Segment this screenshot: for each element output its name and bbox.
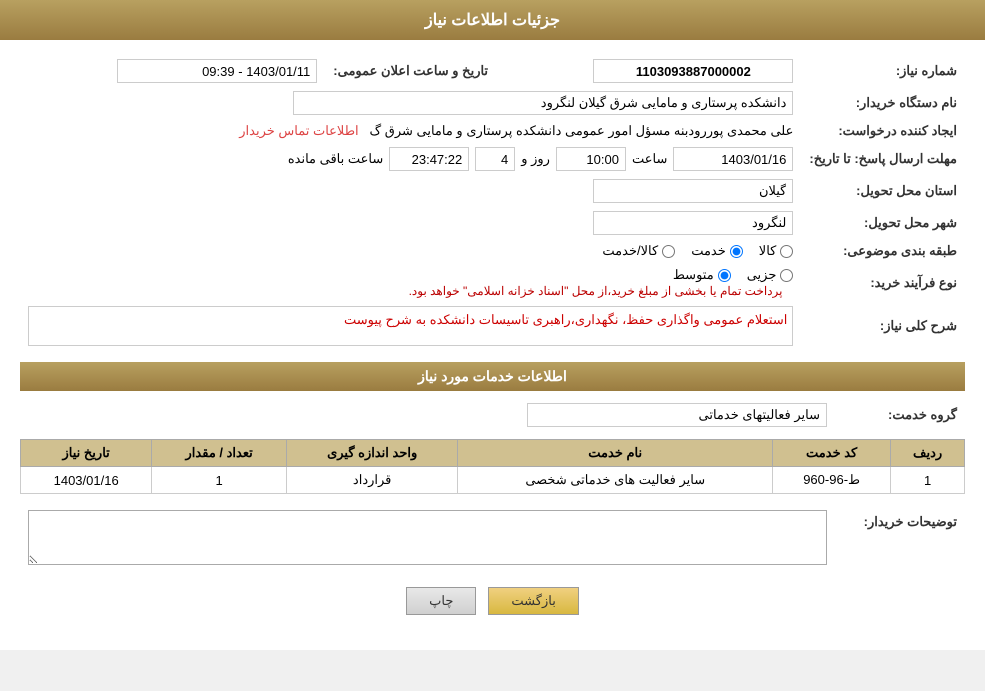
creator-value: علی محمدی پوررودبنه مسؤل امور عمومی دانش… xyxy=(370,123,794,138)
category-both-radio[interactable] xyxy=(662,245,675,258)
services-table-header-row: ردیف کد خدمت نام خدمت واحد اندازه گیری ت… xyxy=(21,440,965,467)
cell-service-code: ط-96-960 xyxy=(773,467,891,494)
city-input xyxy=(593,211,793,235)
service-group-row: گروه خدمت: xyxy=(20,399,965,431)
deadline-remaining-label: ساعت باقی مانده xyxy=(288,151,383,167)
col-row: ردیف xyxy=(891,440,965,467)
category-both-label: کالا/خدمت xyxy=(602,243,658,259)
deadline-date-input xyxy=(673,147,793,171)
col-unit: واحد اندازه گیری xyxy=(286,440,457,467)
deadline-cell: ساعت روز و ساعت باقی مانده xyxy=(20,143,801,175)
category-radio-group: کالا خدمت کالا/خدمت xyxy=(28,243,793,259)
city-label: شهر محل تحویل: xyxy=(801,207,965,239)
deadline-days-label: روز و xyxy=(521,151,550,167)
info-table: شماره نیاز: تاریخ و ساعت اعلان عمومی: نا… xyxy=(20,55,965,350)
cell-quantity: 1 xyxy=(152,467,287,494)
need-desc-row: شرح کلی نیاز: استعلام عمومی واگذاری حفظ،… xyxy=(20,302,965,350)
col-date: تاریخ نیاز xyxy=(21,440,152,467)
announce-date-cell xyxy=(20,55,325,87)
service-group-table: گروه خدمت: xyxy=(20,399,965,431)
deadline-row: مهلت ارسال پاسخ: تا تاریخ: ساعت روز و سا… xyxy=(20,143,965,175)
cell-unit: قرارداد xyxy=(286,467,457,494)
need-desc-cell: استعلام عمومی واگذاری حفظ، نگهداری،راهبر… xyxy=(20,302,801,350)
buyer-org-row: نام دستگاه خریدار: xyxy=(20,87,965,119)
cell-date: 1403/01/16 xyxy=(21,467,152,494)
col-service-code: کد خدمت xyxy=(773,440,891,467)
city-row: شهر محل تحویل: xyxy=(20,207,965,239)
need-number-row: شماره نیاز: تاریخ و ساعت اعلان عمومی: xyxy=(20,55,965,87)
buyer-org-input xyxy=(293,91,793,115)
creator-row: ایجاد کننده درخواست: علی محمدی پوررودبنه… xyxy=(20,119,965,143)
content-area: شماره نیاز: تاریخ و ساعت اعلان عمومی: نا… xyxy=(0,40,985,650)
buyer-notes-textarea[interactable] xyxy=(28,510,827,565)
purchase-type-label: نوع فرآیند خرید: xyxy=(801,263,965,302)
province-cell xyxy=(20,175,801,207)
need-number-label: شماره نیاز: xyxy=(801,55,965,87)
need-desc-value: استعلام عمومی واگذاری حفظ، نگهداری،راهبر… xyxy=(28,306,793,346)
purchase-type-motevaset[interactable]: متوسط xyxy=(673,267,731,283)
creator-link[interactable]: اطلاعات تماس خریدار xyxy=(239,123,358,138)
buyer-notes-cell xyxy=(20,506,835,572)
province-label: استان محل تحویل: xyxy=(801,175,965,207)
buyer-org-label: نام دستگاه خریدار: xyxy=(801,87,965,119)
deadline-days-input xyxy=(475,147,515,171)
deadline-remaining-input xyxy=(389,147,469,171)
button-row: بازگشت چاپ xyxy=(20,587,965,635)
buyer-notes-row: توضیحات خریدار: xyxy=(20,506,965,572)
announce-date-input xyxy=(117,59,317,83)
deadline-time-label: ساعت xyxy=(632,151,667,167)
cell-service-name: سایر فعالیت های خدماتی شخصی xyxy=(458,467,773,494)
city-cell xyxy=(20,207,801,239)
back-button[interactable]: بازگشت xyxy=(488,587,578,615)
purchase-type-jozyi[interactable]: جزیی xyxy=(747,267,794,283)
service-group-label: گروه خدمت: xyxy=(835,399,965,431)
creator-label: ایجاد کننده درخواست: xyxy=(801,119,965,143)
category-kala-radio[interactable] xyxy=(780,245,793,258)
category-row: طبقه بندی موضوعی: کالا خدمت xyxy=(20,239,965,263)
creator-cell: علی محمدی پوررودبنه مسؤل امور عمومی دانش… xyxy=(20,119,801,143)
category-khedmat-label: خدمت xyxy=(691,243,726,259)
services-table: ردیف کد خدمت نام خدمت واحد اندازه گیری ت… xyxy=(20,439,965,494)
province-input xyxy=(593,179,793,203)
buyer-notes-table: توضیحات خریدار: xyxy=(20,506,965,572)
purchase-type-cell: جزیی متوسط پرداخت تمام یا بخشی از مبلغ خ… xyxy=(20,263,801,302)
table-row: 1 ط-96-960 سایر فعالیت های خدماتی شخصی ق… xyxy=(21,467,965,494)
services-table-head: ردیف کد خدمت نام خدمت واحد اندازه گیری ت… xyxy=(21,440,965,467)
services-table-body: 1 ط-96-960 سایر فعالیت های خدماتی شخصی ق… xyxy=(21,467,965,494)
buyer-org-cell xyxy=(20,87,801,119)
buyer-notes-label: توضیحات خریدار: xyxy=(835,506,965,572)
col-quantity: تعداد / مقدار xyxy=(152,440,287,467)
service-group-cell xyxy=(20,399,835,431)
services-section-header: اطلاعات خدمات مورد نیاز xyxy=(20,362,965,391)
category-khedmat[interactable]: خدمت xyxy=(691,243,743,259)
purchase-motevaset-radio[interactable] xyxy=(718,269,731,282)
col-service-name: نام خدمت xyxy=(458,440,773,467)
category-khedmat-radio[interactable] xyxy=(730,245,743,258)
purchase-jozyi-label: جزیی xyxy=(747,267,777,283)
purchase-type-note: پرداخت تمام یا بخشی از مبلغ خرید،از محل … xyxy=(409,284,783,298)
purchase-jozyi-radio[interactable] xyxy=(780,269,793,282)
province-row: استان محل تحویل: xyxy=(20,175,965,207)
category-kala-label: کالا xyxy=(759,243,777,259)
category-cell: کالا خدمت کالا/خدمت xyxy=(20,239,801,263)
print-button[interactable]: چاپ xyxy=(406,587,476,615)
need-number-input[interactable] xyxy=(593,59,793,83)
category-kala-khedmat[interactable]: کالا/خدمت xyxy=(602,243,675,259)
deadline-time-input xyxy=(556,147,626,171)
page-wrapper: جزئیات اطلاعات نیاز شماره نیاز: تاریخ و … xyxy=(0,0,985,650)
purchase-type-row: نوع فرآیند خرید: جزیی متوسط پرداخت ت xyxy=(20,263,965,302)
need-desc-label: شرح کلی نیاز: xyxy=(801,302,965,350)
purchase-motevaset-label: متوسط xyxy=(673,267,714,283)
purchase-type-radio-group: جزیی متوسط xyxy=(28,267,793,283)
service-group-input xyxy=(527,403,827,427)
category-kala[interactable]: کالا xyxy=(759,243,794,259)
cell-row: 1 xyxy=(891,467,965,494)
page-title: جزئیات اطلاعات نیاز xyxy=(0,0,985,40)
announce-date-label: تاریخ و ساعت اعلان عمومی: xyxy=(325,55,496,87)
category-label: طبقه بندی موضوعی: xyxy=(801,239,965,263)
deadline-label: مهلت ارسال پاسخ: تا تاریخ: xyxy=(801,143,965,175)
need-number-cell xyxy=(496,55,801,87)
